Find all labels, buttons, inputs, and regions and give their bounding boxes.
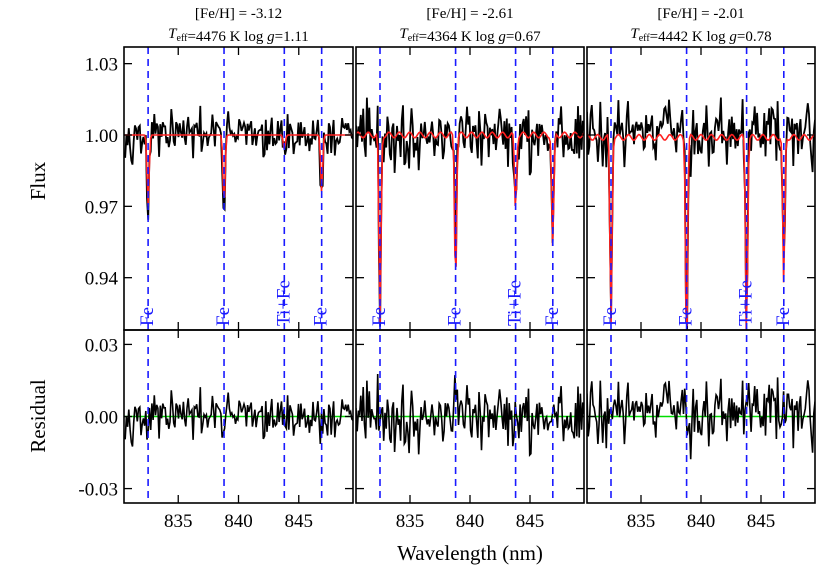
- panel-title-metallicity: [Fe/H] = -2.61: [426, 6, 513, 22]
- line-marker-label: Fe: [369, 307, 390, 326]
- flux-tick-label: 0.94: [85, 269, 119, 290]
- panel-title-parameters: Teff=4476 K log g=1.11: [168, 26, 309, 45]
- line-marker-label: Fe: [445, 307, 466, 326]
- spectrum-panel-1: Fe Fe Ti+Fe Fe 835 840 845 0.94 0.97 1.00 1.03 -0.0…: [78, 6, 354, 532]
- flux-curves: [356, 97, 584, 327]
- residual-line: [124, 387, 353, 447]
- spectrum-panel-2: Fe Fe Ti+Fe Fe 835 840 845 [Fe/H] = -2.61 Teff=4…: [355, 6, 585, 532]
- line-marker-label: Fe: [542, 307, 563, 326]
- line-marker-label: Fe: [137, 307, 158, 326]
- x-tick-label: 835: [396, 511, 425, 532]
- observed-spectrum-line: [124, 105, 353, 220]
- flux-axis-label: Flux: [26, 161, 50, 200]
- flux-curves: [587, 97, 815, 330]
- spectrum-panel-3: Fe Fe Ti+Fe Fe 835 840 845 [Fe/H] = -2.01 Teff=4…: [586, 6, 816, 532]
- residual-tick-label: 0.03: [85, 335, 118, 356]
- line-marker-label: Fe: [600, 307, 621, 326]
- x-tick-label: 840: [224, 511, 253, 532]
- panel-title-parameters: Teff=4442 K log g=0.78: [630, 26, 771, 45]
- flux-curves: [124, 105, 353, 220]
- flux-tick-label: 0.97: [85, 197, 118, 218]
- line-marker-label: Fe: [311, 307, 332, 326]
- residual-curves: [356, 373, 584, 458]
- residual-axis-label: Residual: [26, 379, 50, 453]
- flux-panel-frame: [355, 46, 585, 331]
- x-tick-label: 845: [747, 511, 776, 532]
- flux-panel-frame: [586, 46, 816, 331]
- x-tick-label: 835: [164, 511, 193, 532]
- x-tick-label: 840: [456, 511, 485, 532]
- observed-spectrum-line: [587, 97, 815, 330]
- line-marker-label: Ti+Fe: [736, 280, 757, 326]
- line-marker-label: Fe: [213, 307, 234, 326]
- residual-curves: [124, 387, 353, 447]
- x-tick-label: 835: [627, 511, 656, 532]
- x-tick-label: 840: [687, 511, 716, 532]
- residual-tick-label: 0.00: [85, 408, 118, 429]
- residual-curves: [587, 377, 815, 460]
- residual-line: [356, 373, 584, 458]
- line-marker-label: Ti+Fe: [505, 280, 526, 326]
- panel-title-parameters: Teff=4364 K log g=0.67: [399, 26, 541, 45]
- line-marker-label: Ti+Fe: [273, 280, 294, 326]
- flux-tick-label: 1.03: [85, 55, 118, 76]
- panel-title-metallicity: [Fe/H] = -2.01: [657, 6, 744, 22]
- line-marker-label: Fe: [773, 307, 794, 326]
- residual-line: [587, 377, 815, 460]
- spectra-figure: Flux Residual Wavelength (nm) Fe Fe Ti+Fe F…: [26, 6, 816, 565]
- x-tick-label: 845: [516, 511, 545, 532]
- panel-title-metallicity: [Fe/H] = -3.12: [195, 6, 282, 22]
- residual-tick-label: -0.03: [78, 480, 118, 501]
- flux-tick-label: 1.00: [85, 126, 118, 147]
- line-marker-label: Fe: [676, 307, 697, 326]
- x-tick-label: 845: [285, 511, 314, 532]
- flux-panel-frame: [123, 46, 354, 331]
- wavelength-axis-label: Wavelength (nm): [397, 541, 543, 565]
